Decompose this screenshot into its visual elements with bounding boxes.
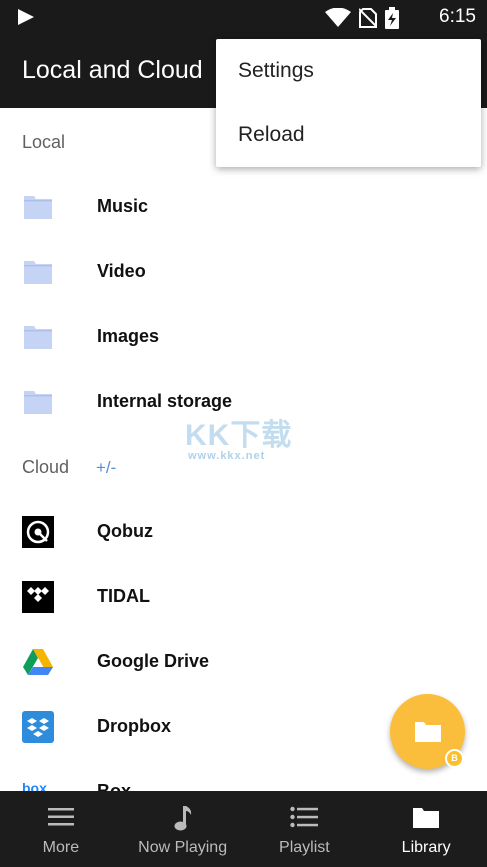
folder-icon — [24, 326, 52, 349]
nav-label: Now Playing — [138, 839, 228, 856]
section-header-local: Local — [22, 132, 66, 152]
watermark: KK下载 www.kkx.net — [185, 410, 310, 465]
list-icon — [290, 806, 319, 828]
wifi-icon — [325, 8, 351, 27]
dropbox-logo-icon — [22, 711, 54, 743]
folder-icon — [413, 808, 440, 828]
nav-label: Playlist — [279, 839, 330, 856]
list-item-music[interactable]: Music — [0, 174, 487, 239]
watermark-text: KK下载 — [185, 419, 293, 452]
qobuz-logo-icon — [22, 516, 54, 548]
list-item-label: Images — [97, 326, 160, 346]
list-item-label: Qobuz — [97, 521, 153, 541]
list-item-label: Box — [97, 781, 132, 791]
list-item-label: TIDAL — [97, 586, 150, 606]
list-item-label: Music — [97, 196, 149, 216]
list-item-label: Dropbox — [97, 716, 171, 736]
watermark-url: www.kkx.net — [188, 450, 266, 462]
menu-item-settings[interactable]: Settings — [216, 39, 481, 103]
list-item-qobuz[interactable]: Qobuz — [0, 499, 487, 564]
status-icons — [325, 7, 399, 29]
nav-library[interactable]: Library — [365, 791, 487, 867]
overflow-menu: Settings Reload — [216, 39, 481, 167]
section-header-cloud: Cloud — [22, 457, 70, 477]
tidal-logo-icon — [22, 581, 54, 613]
nav-more[interactable]: More — [0, 791, 122, 867]
folder-icon — [24, 261, 52, 284]
list-item-tidal[interactable]: TIDAL — [0, 564, 487, 629]
nav-label: More — [42, 839, 80, 856]
nav-label: Library — [401, 839, 451, 856]
page-title: Local and Cloud — [22, 56, 203, 84]
nav-playlist[interactable]: Playlist — [244, 791, 366, 867]
battery-charging-icon — [385, 7, 399, 29]
no-sim-icon — [359, 8, 377, 28]
svg-text:box: box — [22, 780, 47, 791]
nav-now-playing[interactable]: Now Playing — [122, 791, 244, 867]
bottom-nav: More Now Playing Playlist Library — [0, 791, 487, 867]
menu-item-reload[interactable]: Reload — [216, 103, 481, 167]
folder-icon — [415, 722, 441, 742]
list-item-label: Google Drive — [97, 651, 210, 671]
fab-badge: B — [445, 749, 464, 768]
status-time: 6:15 — [439, 6, 476, 27]
google-drive-logo-icon — [23, 649, 53, 675]
folder-icon — [24, 196, 52, 219]
list-item-images[interactable]: Images — [0, 304, 487, 369]
list-item-google-drive[interactable]: Google Drive — [0, 629, 487, 694]
folder-icon — [24, 391, 52, 414]
music-note-icon — [174, 806, 191, 831]
folder-fab-button[interactable]: B — [390, 694, 465, 769]
cloud-edit-button[interactable]: +/- — [96, 458, 116, 478]
play-icon — [18, 9, 34, 25]
box-logo-icon: box — [22, 780, 47, 791]
list-item-label: Video — [97, 261, 146, 281]
menu-icon — [47, 808, 74, 826]
status-bar: 6:15 — [0, 0, 487, 34]
list-item-video[interactable]: Video — [0, 239, 487, 304]
